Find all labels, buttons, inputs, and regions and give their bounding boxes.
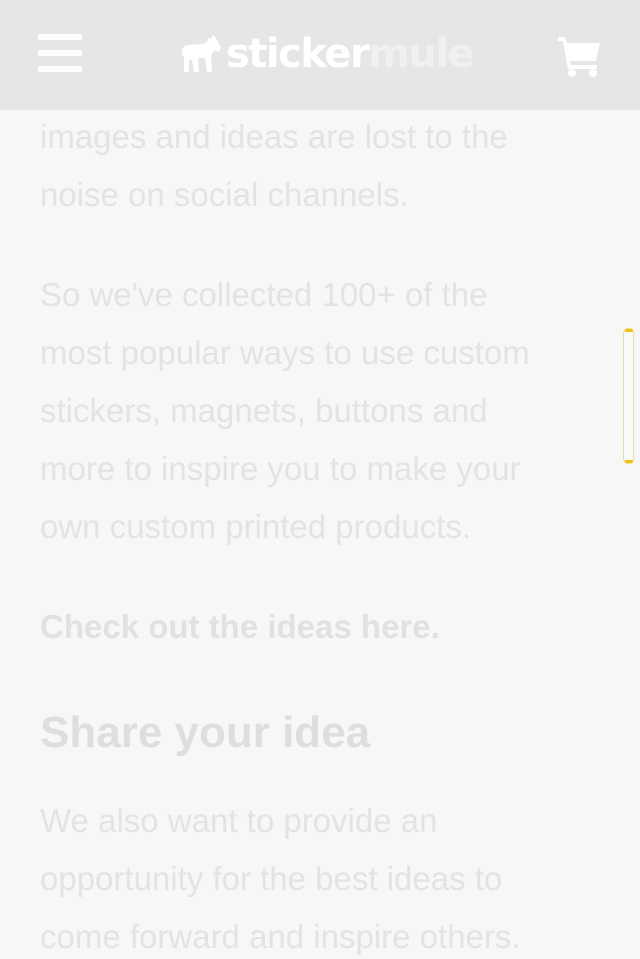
top-navigation-bar: sticker mule: [0, 0, 640, 110]
text-line: own custom printed products.: [40, 508, 472, 545]
scrollbar-bottom-cap: [625, 460, 633, 463]
vertical-scrollbar[interactable]: [623, 328, 634, 464]
mule-logo-icon: [182, 35, 221, 72]
check-out-ideas-link[interactable]: Check out the ideas here.: [40, 598, 440, 656]
text-line: images and ideas are lost to the: [40, 118, 508, 155]
text-line: come forward and inspire others.: [40, 918, 521, 955]
sticker-mule-logo[interactable]: sticker mule: [180, 26, 475, 82]
text-line: most popular ways to use custom: [40, 334, 530, 371]
text-line: So we've collected 100+ of the: [40, 276, 488, 313]
shopping-cart-icon[interactable]: [556, 34, 604, 78]
logo-text-sticker: sticker: [226, 31, 370, 77]
hamburger-menu-icon[interactable]: [38, 34, 82, 72]
intro-paragraph: images and ideas are lost to the noise o…: [40, 108, 600, 224]
share-paragraph: We also want to provide an opportunity f…: [40, 792, 600, 959]
collection-paragraph: So we've collected 100+ of the most popu…: [40, 266, 600, 556]
text-line: more to inspire you to make your: [40, 450, 521, 487]
text-line: We also want to provide an: [40, 802, 438, 839]
logo-text-mule: mule: [368, 31, 475, 77]
page: sticker mule images and ideas are lost t…: [0, 0, 640, 959]
text-line: noise on social channels.: [40, 176, 409, 213]
text-line: opportunity for the best ideas to: [40, 860, 503, 897]
text-line: stickers, magnets, buttons and: [40, 392, 488, 429]
share-your-idea-heading: Share your idea: [40, 708, 371, 757]
scrollbar-top-cap: [625, 329, 633, 332]
